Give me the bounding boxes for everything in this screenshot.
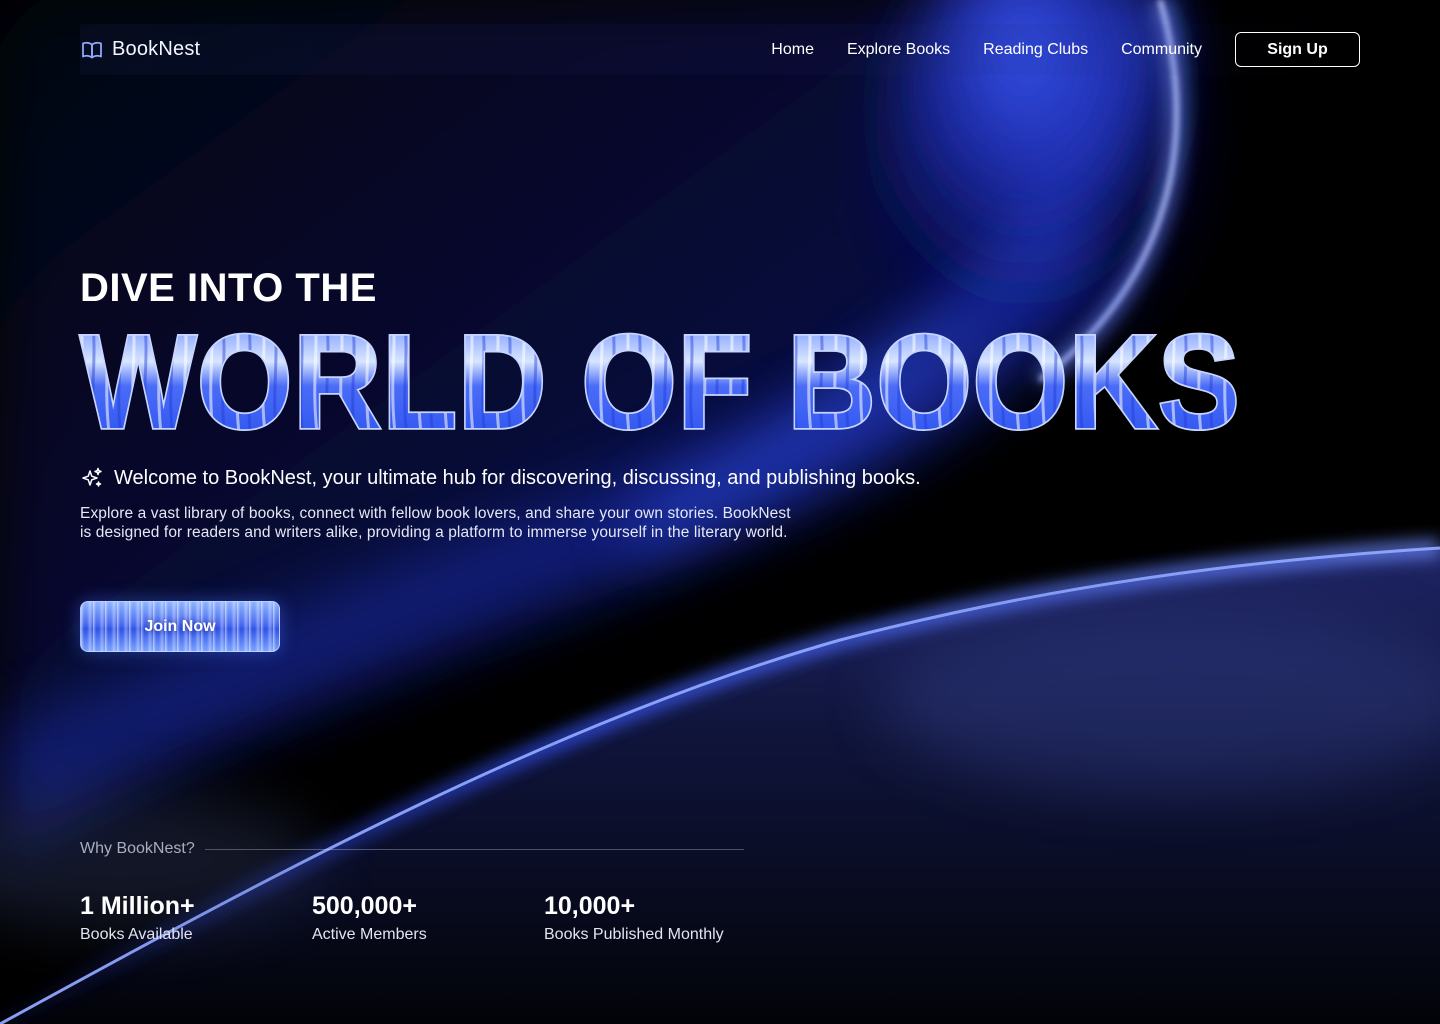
open-book-icon — [80, 38, 104, 62]
stat-value: 1 Million+ — [80, 892, 195, 920]
why-section-header: Why BookNest? — [80, 840, 744, 858]
stat-books-available: 1 Million+ Books Available — [80, 892, 312, 944]
hero-title-text: WORLD OF BOOKS — [80, 318, 1240, 442]
hero-title: WORLD OF BOOKS — [76, 318, 1266, 442]
nav-explore-books[interactable]: Explore Books — [847, 41, 950, 59]
sign-up-button[interactable]: Sign Up — [1235, 32, 1360, 67]
main-nav: Home Explore Books Reading Clubs Communi… — [771, 24, 1202, 75]
stat-label: Active Members — [312, 926, 427, 943]
tagline-text: Welcome to BookNest, your ultimate hub f… — [114, 466, 921, 489]
divider — [204, 848, 744, 850]
stat-label: Books Available — [80, 926, 193, 943]
top-navbar: BookNest Home Explore Books Reading Club… — [80, 24, 1360, 75]
hero-description: Explore a vast library of books, connect… — [80, 505, 791, 541]
hero-kicker: DIVE INTO THE — [80, 266, 377, 310]
nav-reading-clubs[interactable]: Reading Clubs — [983, 41, 1088, 59]
why-label: Why BookNest? — [80, 840, 195, 857]
brand-name: BookNest — [112, 38, 201, 60]
stat-value: 500,000+ — [312, 892, 417, 920]
stats-row: 1 Million+ Books Available 500,000+ Acti… — [80, 892, 776, 944]
stat-value: 10,000+ — [544, 892, 636, 920]
stat-active-members: 500,000+ Active Members — [312, 892, 544, 944]
join-now-button[interactable]: Join Now — [80, 601, 280, 652]
hero-tagline: Welcome to BookNest, your ultimate hub f… — [80, 466, 921, 490]
nav-community[interactable]: Community — [1121, 41, 1202, 59]
nav-home[interactable]: Home — [771, 41, 814, 59]
stat-label: Books Published Monthly — [544, 926, 724, 943]
brand-logo[interactable]: BookNest — [80, 38, 200, 62]
sparkle-icon — [80, 466, 104, 490]
stat-books-published: 10,000+ Books Published Monthly — [544, 892, 776, 944]
